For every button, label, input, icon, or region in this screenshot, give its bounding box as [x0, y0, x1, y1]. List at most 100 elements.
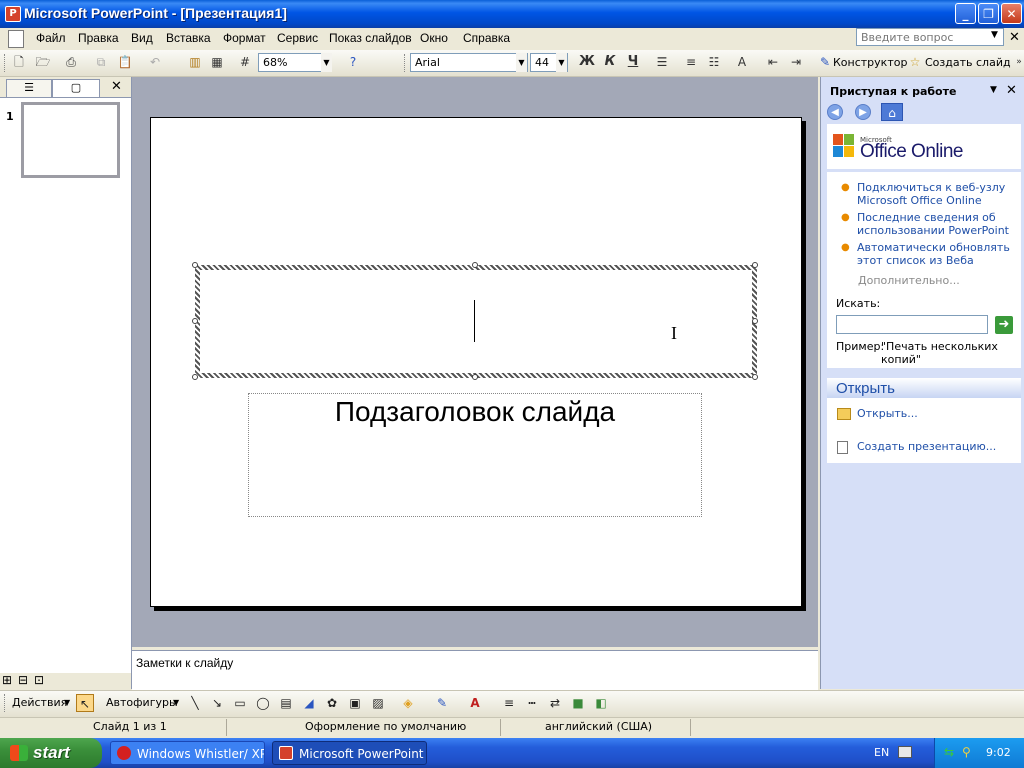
- clipart-icon[interactable]: ▣: [346, 694, 364, 712]
- menu-edit[interactable]: Правка: [78, 31, 119, 45]
- arrow-style-icon[interactable]: ⇄: [546, 694, 564, 712]
- new-document-icon[interactable]: 🗋: [10, 53, 28, 71]
- home-icon[interactable]: ⌂: [881, 103, 903, 121]
- select-pointer-icon[interactable]: ↖: [76, 694, 94, 712]
- font-combo[interactable]: Arial: [410, 53, 528, 72]
- help-question-input[interactable]: Введите вопрос: [856, 28, 1004, 46]
- italic-button[interactable]: К: [601, 53, 619, 71]
- resize-handle[interactable]: [192, 262, 198, 268]
- open-icon[interactable]: 🗁: [34, 53, 52, 71]
- menu-format[interactable]: Формат: [223, 31, 266, 45]
- menu-file[interactable]: Файл: [36, 31, 66, 45]
- paste-icon[interactable]: 📋: [116, 53, 134, 71]
- oval-icon[interactable]: ◯: [254, 694, 272, 712]
- new-slide-button[interactable]: Создать слайд: [925, 56, 1011, 69]
- menu-slideshow[interactable]: Показ слайдов: [329, 31, 412, 45]
- help-icon[interactable]: ?: [344, 53, 362, 71]
- copy-icon[interactable]: ⧉: [92, 53, 110, 71]
- link-open[interactable]: Открыть...: [857, 407, 1017, 420]
- menu-insert[interactable]: Вставка: [166, 31, 211, 45]
- resize-handle[interactable]: [472, 262, 478, 268]
- insert-table-icon[interactable]: ▦: [208, 53, 226, 71]
- increase-font-icon[interactable]: A: [733, 53, 751, 71]
- autoshapes-dropdown-arrow-icon[interactable]: ▼: [173, 698, 179, 707]
- task-pane-close-icon[interactable]: ✕: [1006, 83, 1017, 98]
- 3d-icon[interactable]: ◧: [592, 694, 610, 712]
- resize-handle[interactable]: [192, 318, 198, 324]
- forward-icon[interactable]: ▶: [855, 104, 871, 120]
- shadow-icon[interactable]: ■: [569, 694, 587, 712]
- arrow-icon[interactable]: ↘: [208, 694, 226, 712]
- back-icon[interactable]: ◀: [827, 104, 843, 120]
- slide-sorter-view-icon[interactable]: ⊟: [18, 673, 28, 687]
- slides-pane-close-icon[interactable]: ✕: [111, 79, 122, 94]
- slideshow-view-icon[interactable]: ⊡: [34, 673, 44, 687]
- rectangle-icon[interactable]: ▭: [231, 694, 249, 712]
- tab-slides[interactable]: ▢: [52, 79, 100, 97]
- actions-menu[interactable]: Действия: [12, 696, 67, 709]
- menu-help[interactable]: Справка: [463, 31, 510, 45]
- link-latest-news[interactable]: Последние сведения об использовании Powe…: [857, 211, 1017, 237]
- taskbar-item-powerpoint[interactable]: Microsoft PowerPoint ...: [272, 741, 427, 765]
- link-create-presentation[interactable]: Создать презентацию...: [857, 440, 1017, 453]
- resize-handle[interactable]: [472, 374, 478, 380]
- search-go-icon[interactable]: ➜: [995, 316, 1013, 334]
- textbox-icon[interactable]: ▤: [277, 694, 295, 712]
- document-icon[interactable]: [8, 30, 24, 48]
- font-size-dropdown-arrow-icon[interactable]: ▼: [556, 53, 567, 72]
- grid-icon[interactable]: #: [236, 53, 254, 71]
- document-close-icon[interactable]: ✕: [1009, 30, 1020, 45]
- toolbar-grip[interactable]: [4, 694, 8, 712]
- menu-view[interactable]: Вид: [131, 31, 153, 45]
- underline-button[interactable]: Ч: [624, 53, 642, 71]
- bold-button[interactable]: Ж: [578, 53, 596, 71]
- search-input[interactable]: [836, 315, 988, 334]
- font-color-icon[interactable]: A: [466, 694, 484, 712]
- insert-chart-icon[interactable]: ▥: [186, 53, 204, 71]
- line-color-icon[interactable]: ✎: [433, 694, 451, 712]
- zoom-dropdown-arrow-icon[interactable]: ▼: [321, 53, 332, 72]
- keyboard-icon[interactable]: [898, 746, 912, 758]
- designer-button[interactable]: Конструктор: [833, 56, 907, 69]
- increase-indent-icon[interactable]: ⇥: [787, 53, 805, 71]
- title-placeholder[interactable]: [200, 270, 752, 373]
- link-connect-office-online[interactable]: Подключиться к веб-узлу Microsoft Office…: [857, 181, 1017, 207]
- font-dropdown-arrow-icon[interactable]: ▼: [516, 53, 527, 72]
- line-style-icon[interactable]: ≡: [500, 694, 518, 712]
- undo-icon[interactable]: ↶: [146, 53, 164, 71]
- decrease-indent-icon[interactable]: ⇤: [764, 53, 782, 71]
- menu-tools[interactable]: Сервис: [277, 31, 318, 45]
- toolbar-grip[interactable]: [404, 54, 408, 72]
- menu-window[interactable]: Окно: [420, 31, 448, 45]
- numbered-list-icon[interactable]: ≡: [682, 53, 700, 71]
- notes-pane[interactable]: [132, 650, 818, 690]
- dash-style-icon[interactable]: ┅: [523, 694, 541, 712]
- restore-button[interactable]: ❐: [978, 3, 999, 24]
- link-auto-update[interactable]: Автоматически обновлять этот список из В…: [857, 241, 1017, 267]
- print-icon[interactable]: ⎙: [62, 53, 80, 71]
- fill-color-icon[interactable]: ◈: [399, 694, 417, 712]
- bulleted-list-icon[interactable]: ☷: [705, 53, 723, 71]
- search-tray-icon[interactable]: ⚲: [962, 745, 971, 759]
- slide-thumbnail[interactable]: [21, 102, 120, 178]
- minimize-button[interactable]: _: [955, 3, 976, 24]
- align-left-icon[interactable]: ☰: [653, 53, 671, 71]
- line-icon[interactable]: ╲: [186, 694, 204, 712]
- taskbar-item-opera[interactable]: Windows Whistler/ XP...: [110, 741, 265, 765]
- designer-icon[interactable]: ✎: [816, 53, 834, 71]
- autoshapes-menu[interactable]: Автофигуры: [106, 696, 178, 709]
- picture-icon[interactable]: ▨: [369, 694, 387, 712]
- wordart-icon[interactable]: ◢: [300, 694, 318, 712]
- normal-view-icon[interactable]: ⊞: [2, 673, 12, 687]
- resize-handle[interactable]: [752, 318, 758, 324]
- actions-dropdown-arrow-icon[interactable]: ▼: [64, 698, 70, 707]
- new-slide-icon[interactable]: ☆: [906, 53, 924, 71]
- resize-handle[interactable]: [192, 374, 198, 380]
- toolbar-grip[interactable]: [4, 54, 8, 72]
- network-icon[interactable]: ⇆: [944, 745, 954, 759]
- link-more[interactable]: Дополнительно...: [858, 274, 960, 287]
- tab-outline[interactable]: ☰: [6, 79, 52, 97]
- toolbar-options-icon[interactable]: »: [1010, 53, 1024, 71]
- resize-handle[interactable]: [752, 374, 758, 380]
- resize-handle[interactable]: [752, 262, 758, 268]
